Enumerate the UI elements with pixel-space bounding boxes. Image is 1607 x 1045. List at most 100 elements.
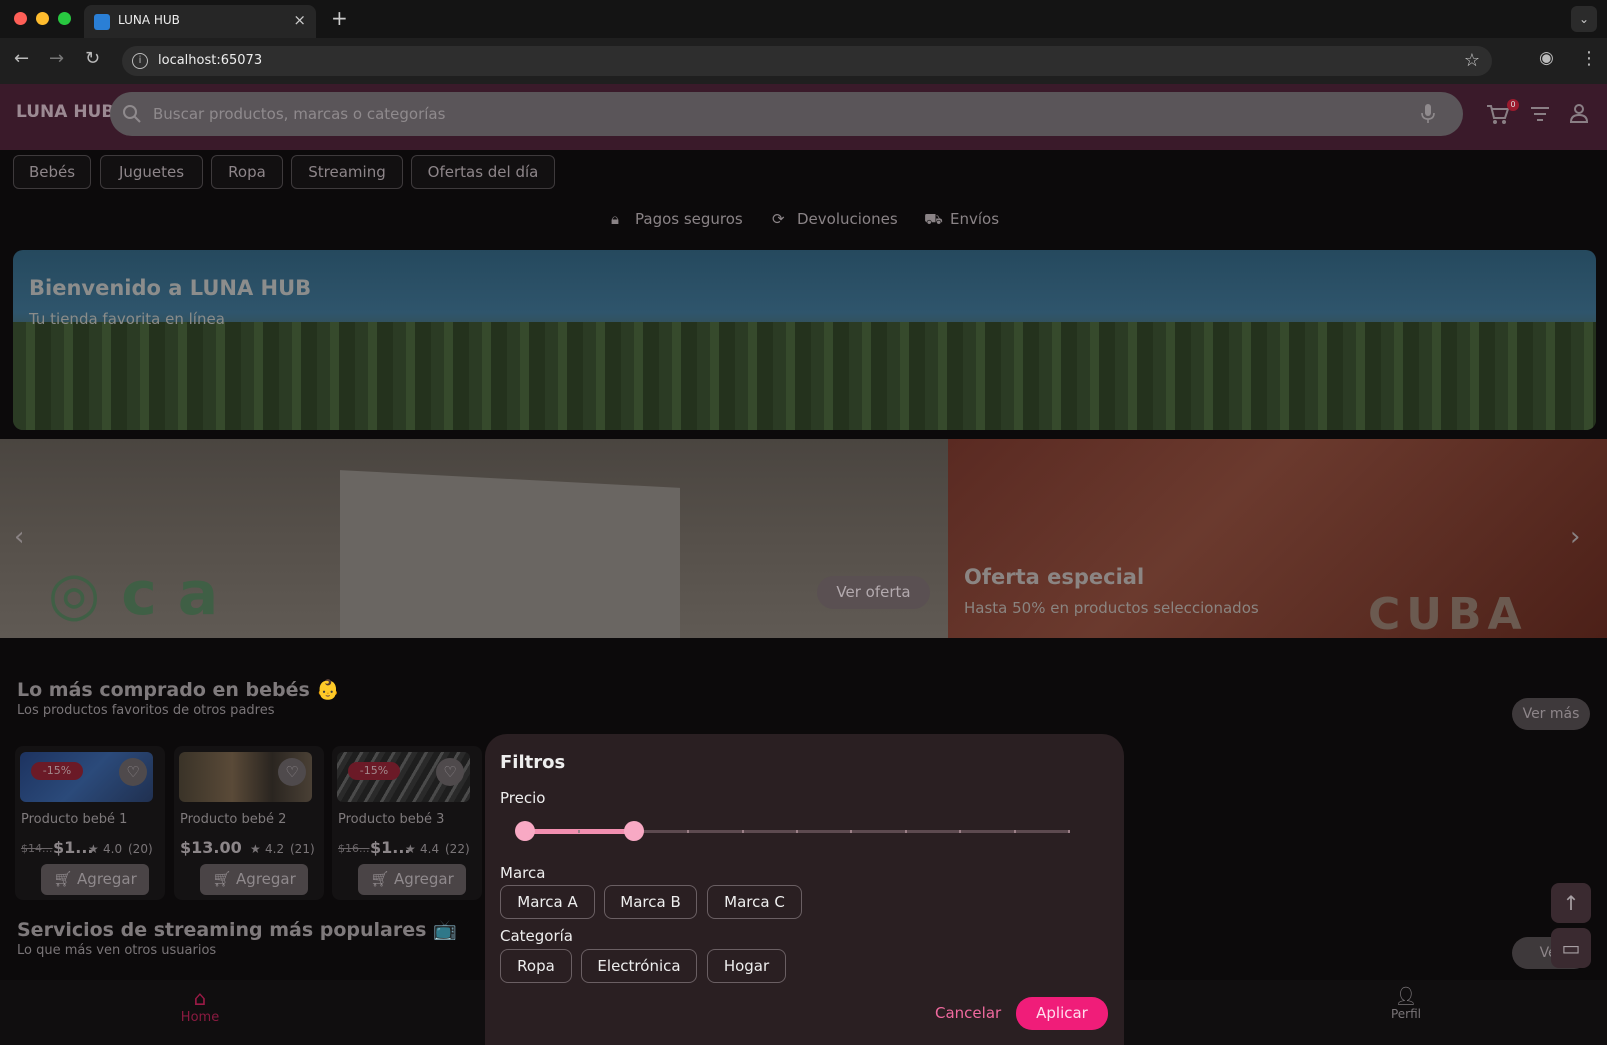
cart-icon[interactable]	[1486, 104, 1510, 126]
slider-tick	[1068, 830, 1070, 833]
add-to-cart-button[interactable]: 🛒︎ Agregar	[358, 864, 466, 895]
rating-star-icon: ★	[88, 842, 99, 856]
promo-carousel[interactable]: ◎ c a CUBA Ver oferta Oferta especial Ha…	[0, 439, 1607, 638]
slider-tick	[850, 830, 853, 833]
product-name: Producto bebé 1	[21, 812, 128, 827]
hero-forest-image	[13, 322, 1596, 430]
ver-mas-bebes-button[interactable]: Ver más	[1512, 698, 1590, 730]
category-chip-hogar[interactable]: Hogar	[707, 949, 786, 983]
product-name: Producto bebé 3	[338, 812, 445, 827]
product-card[interactable]: -15% ♡ Producto bebé 3 $16... $1... ★ 4.…	[332, 746, 482, 900]
price-max-thumb[interactable]	[623, 821, 644, 841]
nav-profile[interactable]: 👤︎ Perfil	[1376, 986, 1436, 1021]
microphone-icon[interactable]	[1420, 103, 1436, 125]
product-reviews: (20)	[128, 842, 153, 856]
slider-tick	[687, 830, 690, 833]
tab-title: LUNA HUB	[118, 13, 180, 27]
section-subtitle-bebes: Los productos favoritos de otros padres	[17, 703, 275, 718]
rating-star-icon: ★	[250, 842, 261, 856]
brand-chip-b[interactable]: Marca B	[604, 885, 697, 919]
nav-home[interactable]: ⌂ Home	[170, 986, 230, 1025]
search-input[interactable]: Buscar productos, marcas o categorías	[110, 92, 1463, 136]
tab-search-chevron-icon[interactable]: ⌄	[1571, 6, 1597, 32]
truck-icon: ⛟	[924, 210, 943, 228]
add-to-cart-button[interactable]: 🛒︎ Agregar	[41, 864, 149, 895]
category-chip-electronica[interactable]: Electrónica	[581, 949, 697, 983]
favorite-heart-icon[interactable]: ♡	[278, 758, 306, 786]
cart-icon: 🛒︎	[212, 870, 237, 888]
section-title-streaming: Servicios de streaming más populares 📺	[17, 919, 457, 941]
browser-chrome: LUNA HUB × + ⌄ ← → ↻ i localhost:65073 ☆…	[0, 0, 1607, 84]
kebab-menu-icon[interactable]: ⋮	[1580, 48, 1598, 69]
brand-chip-a[interactable]: Marca A	[500, 885, 595, 919]
brand-chip-c[interactable]: Marca C	[707, 885, 802, 919]
nav-home-label: Home	[180, 1010, 220, 1025]
hero-banner: Bienvenido a LUNA HUB Tu tienda favorita…	[13, 250, 1596, 430]
reload-icon[interactable]: ↻	[85, 48, 100, 69]
category-chip-ropa[interactable]: Ropa	[211, 155, 283, 189]
favorite-heart-icon[interactable]: ♡	[119, 758, 147, 786]
carousel-next-icon[interactable]: ›	[1570, 522, 1580, 552]
browser-tab[interactable]: LUNA HUB ×	[84, 5, 316, 38]
new-tab-button[interactable]: +	[331, 6, 348, 30]
product-rating: 4.0	[103, 842, 123, 856]
scroll-to-top-button[interactable]: ↑	[1551, 883, 1591, 923]
maximize-window-button[interactable]	[58, 12, 71, 25]
product-card[interactable]: ♡ Producto bebé 2 $13.00 ★ 4.2 (21) 🛒︎ A…	[174, 746, 324, 900]
category-chip-ropa-filter[interactable]: Ropa	[500, 949, 572, 983]
lock-icon: 🔒︎	[611, 210, 619, 228]
tab-close-icon[interactable]: ×	[293, 11, 306, 29]
favorite-heart-icon[interactable]: ♡	[436, 758, 464, 786]
category-chip-bebes[interactable]: Bebés	[13, 155, 91, 189]
shipping-label: Envíos	[950, 210, 1000, 228]
product-name: Producto bebé 2	[180, 812, 287, 827]
account-icon[interactable]	[1569, 103, 1589, 123]
add-to-cart-button[interactable]: 🛒︎ Agregar	[200, 864, 308, 895]
cart-count-badge: 0	[1507, 99, 1519, 111]
close-window-button[interactable]	[14, 12, 27, 25]
add-label: Agregar	[394, 870, 454, 888]
can-image: CUBA	[1368, 589, 1528, 638]
returns-icon: ⟳	[772, 210, 785, 228]
bookmark-star-icon[interactable]: ☆	[1464, 50, 1480, 71]
search-placeholder: Buscar productos, marcas o categorías	[153, 105, 446, 123]
site-info-icon[interactable]: i	[132, 53, 148, 69]
price-min-thumb[interactable]	[515, 821, 535, 841]
product-rating: 4.2	[265, 842, 285, 856]
rating-star-icon: ★	[405, 842, 416, 856]
product-card[interactable]: -15% ♡ Producto bebé 1 $14... $1... ★ 4.…	[15, 746, 165, 900]
logos-image: ◎ c a	[48, 559, 219, 629]
forward-arrow-icon[interactable]: →	[49, 48, 64, 69]
brand-label: Marca	[500, 864, 546, 882]
minimize-window-button[interactable]	[36, 12, 49, 25]
app-logo[interactable]: LUNA HUB	[16, 102, 114, 122]
discount-badge: -15%	[31, 762, 83, 780]
filter-icon[interactable]	[1530, 106, 1550, 122]
product-old-price: $14...	[21, 842, 53, 855]
address-bar[interactable]: i localhost:65073 ☆	[122, 46, 1492, 76]
product-reviews: (21)	[290, 842, 315, 856]
nav-profile-label: Perfil	[1390, 1007, 1422, 1021]
apply-button[interactable]: Aplicar	[1016, 997, 1108, 1030]
back-arrow-icon[interactable]: ←	[14, 48, 29, 69]
cancel-button[interactable]: Cancelar	[935, 1004, 1001, 1022]
profile-circle-icon[interactable]: ◉	[1539, 48, 1554, 68]
home-icon: ⌂	[193, 986, 207, 1010]
add-label: Agregar	[77, 870, 137, 888]
price-label: Precio	[500, 789, 546, 807]
category-chip-juguetes[interactable]: Juguetes	[100, 155, 203, 189]
filters-title: Filtros	[500, 752, 566, 773]
offer-subtitle: Hasta 50% en productos seleccionados	[964, 599, 1259, 617]
secure-payments-label: Pagos seguros	[635, 210, 743, 228]
carousel-prev-icon[interactable]: ‹	[14, 522, 24, 552]
slider-tick	[904, 830, 907, 833]
promo-slide-previous: ◎ c a	[0, 439, 948, 638]
category-chip-streaming[interactable]: Streaming	[291, 155, 403, 189]
offer-title: Oferta especial	[964, 565, 1145, 589]
product-rating: 4.4	[420, 842, 440, 856]
slider-tick	[959, 830, 962, 833]
ver-oferta-button[interactable]: Ver oferta	[817, 576, 930, 609]
category-chip-ofertas[interactable]: Ofertas del día	[411, 155, 555, 189]
chat-button[interactable]: ▭	[1551, 928, 1591, 968]
search-icon	[123, 105, 141, 123]
